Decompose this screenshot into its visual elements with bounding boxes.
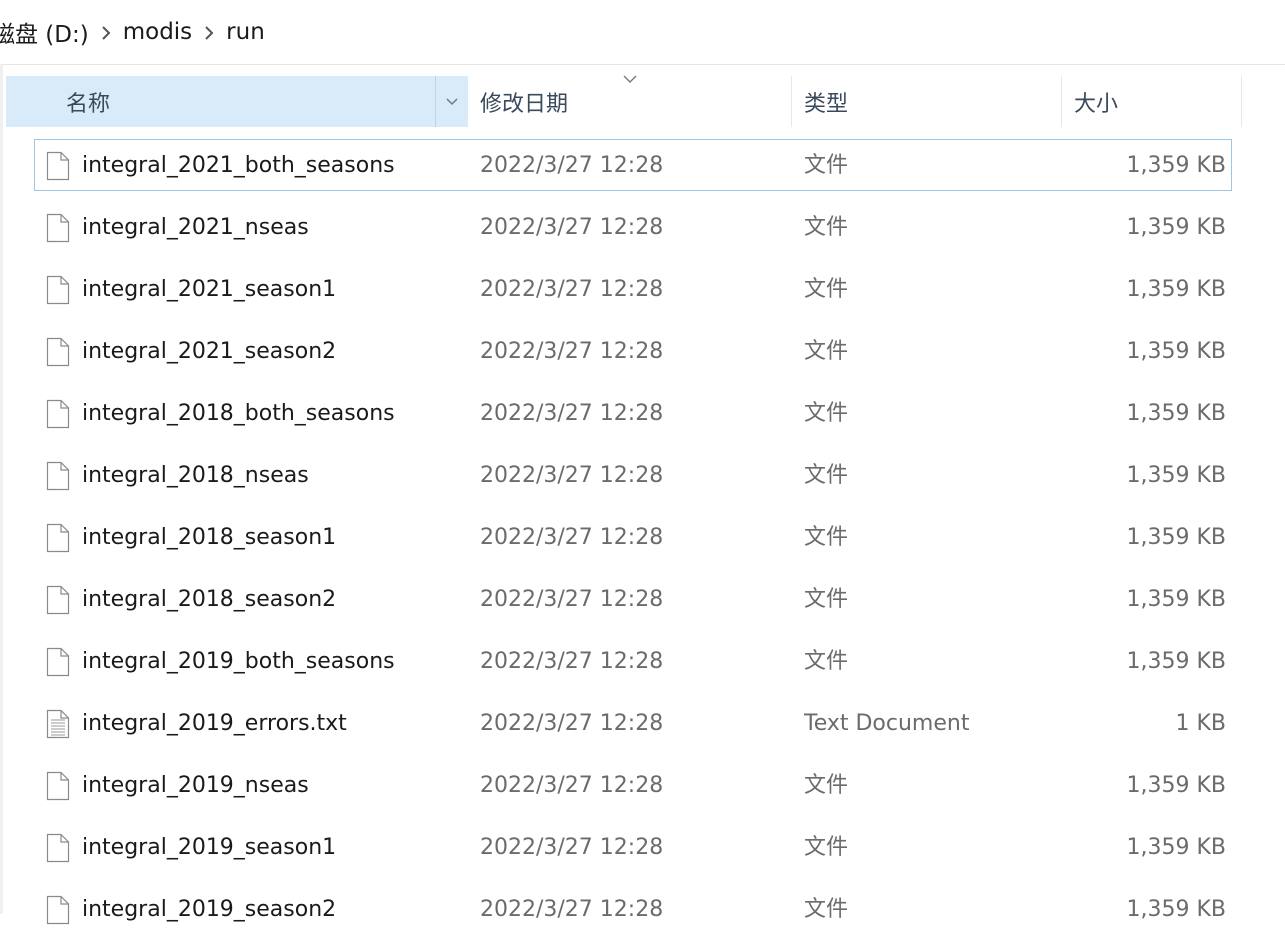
- file-size: 1,359 KB: [1126, 587, 1227, 612]
- file-list: integral_2021_both_seasons 2022/3/27 12:2…: [0, 138, 1285, 944]
- column-header-size-label: 大小: [1074, 91, 1119, 117]
- file-name: integral_2021_season1: [82, 277, 337, 302]
- file-name: integral_2019_season1: [82, 835, 337, 860]
- file-icon: [46, 399, 70, 429]
- file-icon: [46, 275, 70, 305]
- file-modified-date: 2022/3/27 12:28: [480, 649, 664, 674]
- file-icon: [46, 647, 70, 677]
- file-icon: [46, 337, 70, 367]
- column-divider[interactable]: [1241, 76, 1242, 127]
- file-name: integral_2021_nseas: [82, 215, 309, 240]
- file-modified-date: 2022/3/27 12:28: [480, 153, 664, 178]
- file-row[interactable]: integral_2019_errors.txt 2022/3/27 12:28 T…: [0, 696, 1285, 758]
- file-name: integral_2019_errors.txt: [82, 711, 347, 736]
- file-row[interactable]: integral_2018_season1 2022/3/27 12:28 文件 1,…: [0, 510, 1285, 572]
- file-name: integral_2018_nseas: [82, 463, 309, 488]
- file-modified-date: 2022/3/27 12:28: [480, 773, 664, 798]
- file-row[interactable]: integral_2019_nseas 2022/3/27 12:28 文件 1,35…: [0, 758, 1285, 820]
- file-type: 文件: [804, 215, 849, 240]
- breadcrumb-drive-d[interactable]: 磁盘 (D:): [0, 15, 89, 49]
- file-modified-date: 2022/3/27 12:28: [480, 587, 664, 612]
- file-row[interactable]: integral_2019_season1 2022/3/27 12:28 文件 1,…: [0, 820, 1285, 882]
- file-icon: [46, 833, 70, 863]
- file-type: 文件: [804, 587, 849, 612]
- file-size: 1,359 KB: [1126, 463, 1227, 488]
- file-icon: [46, 151, 70, 181]
- file-modified-date: 2022/3/27 12:28: [480, 277, 664, 302]
- column-header-name[interactable]: 名称: [6, 76, 468, 127]
- file-size: 1,359 KB: [1126, 153, 1227, 178]
- file-size: 1,359 KB: [1126, 401, 1227, 426]
- file-row[interactable]: integral_2021_both_seasons 2022/3/27 12:2…: [0, 138, 1285, 200]
- column-divider[interactable]: [1061, 76, 1062, 127]
- file-modified-date: 2022/3/27 12:28: [480, 525, 664, 550]
- file-type: 文件: [804, 339, 849, 364]
- file-size: 1,359 KB: [1126, 649, 1227, 674]
- file-size: 1 KB: [1175, 711, 1226, 736]
- file-size: 1,359 KB: [1126, 277, 1227, 302]
- file-size: 1,359 KB: [1126, 525, 1227, 550]
- file-type: 文件: [804, 463, 849, 488]
- file-type: 文件: [804, 773, 849, 798]
- file-type: 文件: [804, 897, 849, 922]
- file-row[interactable]: integral_2019_season2 2022/3/27 12:28 文件 1,…: [0, 882, 1285, 944]
- file-row[interactable]: integral_2018_both_seasons 2022/3/27 12:2…: [0, 386, 1285, 448]
- file-type: 文件: [804, 277, 849, 302]
- file-name: integral_2021_both_seasons: [82, 153, 395, 178]
- file-row[interactable]: integral_2018_season2 2022/3/27 12:28 文件 1,…: [0, 572, 1285, 634]
- file-icon: [46, 585, 70, 615]
- chevron-right-icon[interactable]: [192, 19, 226, 45]
- column-header-type[interactable]: 类型: [804, 76, 1062, 127]
- sort-descending-icon: [623, 75, 637, 83]
- file-modified-date: 2022/3/27 12:28: [480, 463, 664, 488]
- file-row[interactable]: integral_2018_nseas 2022/3/27 12:28 文件 1,35…: [0, 448, 1285, 510]
- breadcrumb-run[interactable]: run: [226, 19, 265, 45]
- file-row[interactable]: integral_2019_both_seasons 2022/3/27 12:2…: [0, 634, 1285, 696]
- file-type: Text Document: [804, 711, 970, 736]
- file-type: 文件: [804, 525, 849, 550]
- file-name: integral_2018_season1: [82, 525, 337, 550]
- file-name: integral_2021_season2: [82, 339, 337, 364]
- file-size: 1,359 KB: [1126, 897, 1227, 922]
- file-modified-date: 2022/3/27 12:28: [480, 215, 664, 240]
- file-size: 1,359 KB: [1126, 339, 1227, 364]
- file-modified-date: 2022/3/27 12:28: [480, 897, 664, 922]
- file-icon: [46, 461, 70, 491]
- file-name: integral_2018_both_seasons: [82, 401, 395, 426]
- file-row[interactable]: integral_2021_season2 2022/3/27 12:28 文件 1,…: [0, 324, 1285, 386]
- file-type: 文件: [804, 649, 849, 674]
- column-divider[interactable]: [791, 76, 792, 127]
- file-name: integral_2018_season2: [82, 587, 337, 612]
- column-header-date-label: 修改日期: [480, 91, 569, 117]
- file-name: integral_2019_nseas: [82, 773, 309, 798]
- text-document-icon: [46, 709, 70, 739]
- file-type: 文件: [804, 401, 849, 426]
- file-modified-date: 2022/3/27 12:28: [480, 835, 664, 860]
- file-icon: [46, 895, 70, 925]
- file-icon: [46, 771, 70, 801]
- file-modified-date: 2022/3/27 12:28: [480, 711, 664, 736]
- file-type: 文件: [804, 835, 849, 860]
- file-size: 1,359 KB: [1126, 773, 1227, 798]
- chevron-right-icon[interactable]: [89, 19, 123, 45]
- column-header-size[interactable]: 大小: [1074, 76, 1244, 127]
- breadcrumb: 磁盘 (D:) modis run: [0, 0, 1285, 65]
- column-header-name-label: 名称: [66, 91, 111, 117]
- column-header-type-label: 类型: [804, 91, 849, 117]
- file-icon: [46, 213, 70, 243]
- file-icon: [46, 523, 70, 553]
- file-type: 文件: [804, 153, 849, 178]
- chevron-down-icon[interactable]: [435, 76, 468, 127]
- file-name: integral_2019_both_seasons: [82, 649, 395, 674]
- file-row[interactable]: integral_2021_season1 2022/3/27 12:28 文件 1,…: [0, 262, 1285, 324]
- file-modified-date: 2022/3/27 12:28: [480, 339, 664, 364]
- breadcrumb-modis[interactable]: modis: [123, 19, 192, 45]
- file-modified-date: 2022/3/27 12:28: [480, 401, 664, 426]
- file-name: integral_2019_season2: [82, 897, 337, 922]
- file-size: 1,359 KB: [1126, 835, 1227, 860]
- file-size: 1,359 KB: [1126, 215, 1227, 240]
- file-row[interactable]: integral_2021_nseas 2022/3/27 12:28 文件 1,35…: [0, 200, 1285, 262]
